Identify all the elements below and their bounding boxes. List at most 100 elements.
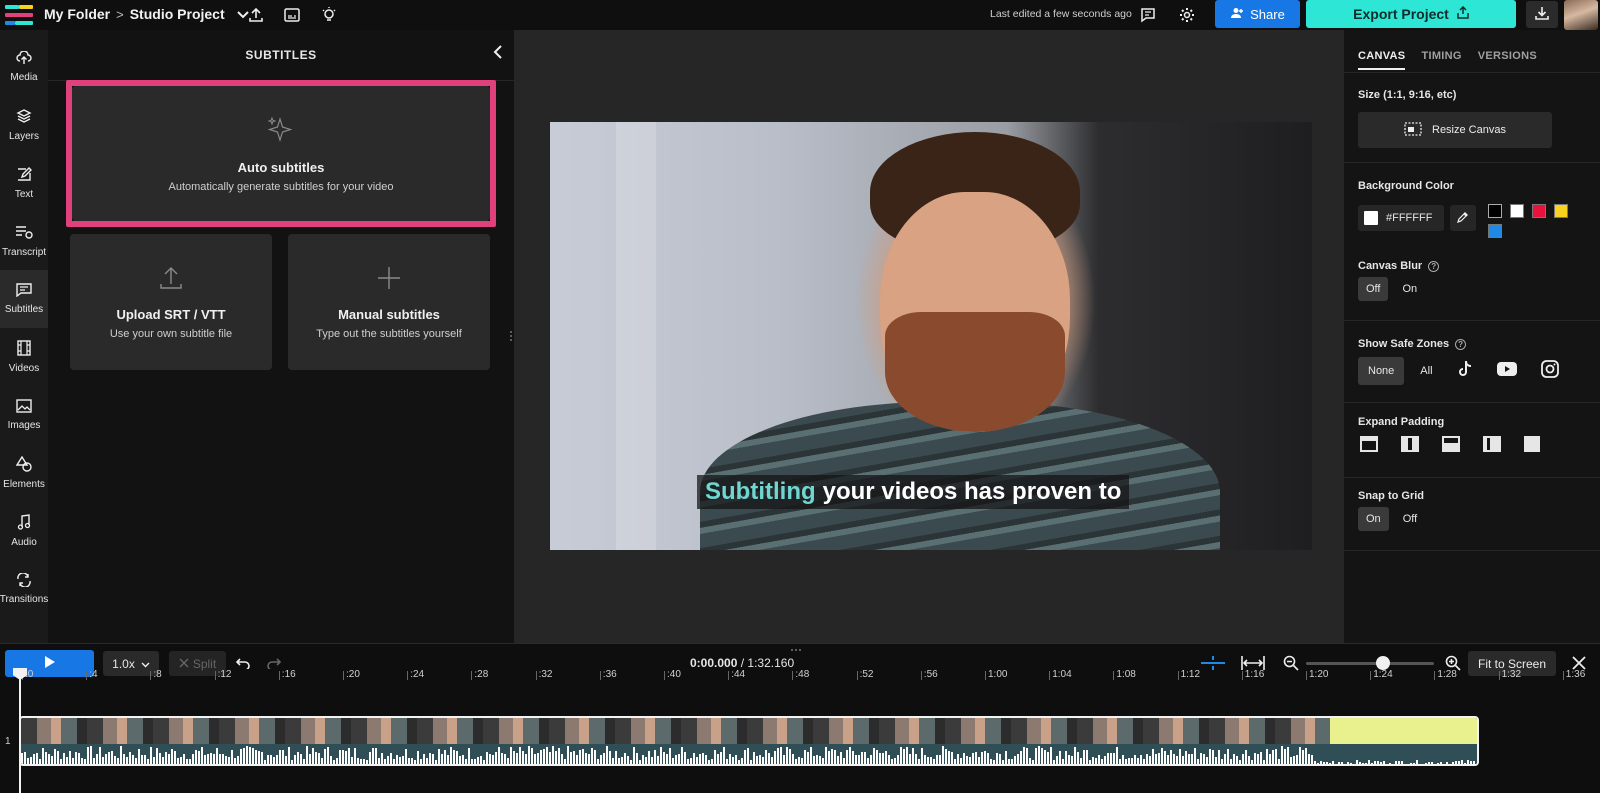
instagram-icon[interactable] <box>1533 354 1567 387</box>
upload-srt-vtt-card[interactable]: Upload SRT / VTT Use your own subtitle f… <box>70 234 272 370</box>
swatch-black[interactable] <box>1488 204 1502 218</box>
timecode: 0:00.000 / 1:32.160 <box>690 656 795 670</box>
swatch-white[interactable] <box>1510 204 1524 218</box>
swatch-yellow[interactable] <box>1554 204 1568 218</box>
upload-cloud-icon <box>16 50 32 68</box>
ruler-tick: 1:20 <box>1305 669 1329 680</box>
nav-elements[interactable]: Elements <box>0 444 48 502</box>
transcript-icon <box>15 224 33 243</box>
nav-layers[interactable]: Layers <box>0 96 48 154</box>
comment-icon[interactable] <box>1137 4 1159 26</box>
subtitle-caption[interactable]: Subtitling your videos has proven to <box>697 475 1130 509</box>
color-hex-value: #FFFFFF <box>1386 212 1433 224</box>
subtitle-text: your videos has proven to <box>822 478 1122 505</box>
download-button[interactable] <box>1526 1 1558 28</box>
nav-label: Videos <box>8 363 40 374</box>
tab-versions[interactable]: VERSIONS <box>1478 50 1537 70</box>
music-note-icon <box>17 514 31 533</box>
panel-resize-handle[interactable] <box>509 330 513 342</box>
blur-on-option[interactable]: On <box>1394 277 1425 301</box>
tiktok-icon[interactable] <box>1449 354 1481 387</box>
safe-zones-selector: None All <box>1358 354 1567 387</box>
download-icon <box>1535 6 1549 23</box>
ruler-tick: 1:28 <box>1434 669 1457 680</box>
nav-label: Audio <box>11 537 37 548</box>
app-logo-icon[interactable] <box>5 5 33 25</box>
tab-canvas[interactable]: CANVAS <box>1358 50 1406 70</box>
breadcrumb: My Folder > Studio Project <box>44 6 249 22</box>
clip-thumbnails <box>21 718 1330 744</box>
share-label: Share <box>1250 6 1285 22</box>
zoom-slider-handle[interactable] <box>1375 656 1390 670</box>
resize-canvas-button[interactable]: Resize Canvas <box>1358 112 1552 148</box>
nav-label: Images <box>7 420 41 431</box>
padding-bottom-icon[interactable] <box>1442 436 1460 454</box>
layers-icon <box>16 108 32 127</box>
snap-off-option[interactable]: Off <box>1395 507 1425 531</box>
chevron-left-icon <box>493 44 503 62</box>
auto-subtitles-highlight <box>66 80 496 227</box>
ruler-tick: :24 <box>407 669 425 680</box>
nav-transcript[interactable]: Transcript <box>0 212 48 270</box>
size-label: Size (1:1, 9:16, etc) <box>1358 89 1457 101</box>
playhead[interactable] <box>19 670 21 793</box>
manual-subtitles-card[interactable]: Manual subtitles Type out the subtitles … <box>288 234 490 370</box>
youtube-icon[interactable] <box>1489 356 1525 385</box>
share-button[interactable]: Share <box>1215 0 1300 28</box>
safe-zone-none[interactable]: None <box>1358 356 1405 385</box>
help-icon[interactable]: ? <box>1428 260 1440 272</box>
lightbulb-icon[interactable] <box>318 4 340 26</box>
captions-icon[interactable] <box>281 4 303 26</box>
ruler-tick: 1:24 <box>1370 669 1393 680</box>
nav-images[interactable]: Images <box>0 386 48 444</box>
nav-media[interactable]: Media <box>0 38 48 96</box>
export-icon <box>1457 5 1469 22</box>
nav-label: Text <box>14 189 34 200</box>
nav-label: Elements <box>3 479 45 490</box>
ruler-tick: 1:00 <box>984 669 1008 680</box>
color-preview <box>1364 211 1378 225</box>
padding-full-icon[interactable] <box>1524 436 1542 454</box>
upload-icon[interactable] <box>245 4 267 26</box>
eyedropper-button[interactable] <box>1450 205 1476 231</box>
clip-thumbnail-tail <box>1330 718 1477 744</box>
swatch-red[interactable] <box>1532 204 1546 218</box>
tab-timing[interactable]: TIMING <box>1421 50 1461 70</box>
breadcrumb-folder[interactable]: My Folder <box>44 6 110 22</box>
user-avatar[interactable] <box>1564 0 1598 30</box>
collapse-panel-button[interactable] <box>488 42 508 64</box>
timeline-resize-handle[interactable] <box>790 641 802 655</box>
zoom-slider-track[interactable] <box>1306 662 1434 665</box>
video-clip-track[interactable] <box>19 716 1479 766</box>
safe-zone-all[interactable]: All <box>1412 359 1440 383</box>
nav-videos[interactable]: Videos <box>0 328 48 386</box>
ruler-tick: :16 <box>278 669 296 680</box>
nav-transitions[interactable]: Transitions <box>0 560 48 618</box>
expand-padding-label: Expand Padding <box>1358 416 1445 428</box>
nav-audio[interactable]: Audio <box>0 502 48 560</box>
padding-sides-icon[interactable] <box>1401 436 1419 454</box>
export-project-button[interactable]: Export Project <box>1306 0 1516 28</box>
ruler-tick: 1:16 <box>1241 669 1265 680</box>
ruler-tick: :52 <box>856 669 874 680</box>
nav-text[interactable]: Text <box>0 154 48 212</box>
gear-icon[interactable] <box>1176 4 1198 26</box>
ruler-tick: :20 <box>343 669 360 680</box>
swatch-blue[interactable] <box>1488 224 1502 238</box>
help-icon[interactable]: ? <box>1455 338 1467 350</box>
project-name[interactable]: Studio Project <box>130 6 225 22</box>
card-subtitle: Type out the subtitles yourself <box>316 328 462 340</box>
padding-top-icon[interactable] <box>1360 436 1378 454</box>
nav-subtitles[interactable]: Subtitles <box>0 270 48 328</box>
snap-to-grid-toggle: On Off <box>1358 507 1425 531</box>
blur-off-option[interactable]: Off <box>1358 277 1389 301</box>
background-color-input[interactable]: #FFFFFF <box>1358 205 1444 231</box>
subtitles-icon <box>16 283 32 300</box>
snap-on-option[interactable]: On <box>1358 507 1389 531</box>
timeline-ruler[interactable]: :0:4:8:12:16:20:24:28:32:36:40:44:48:52:… <box>0 669 1600 687</box>
background-color-label: Background Color <box>1358 180 1454 192</box>
ruler-tick: 1:32 <box>1498 669 1522 680</box>
last-edited-status: Last edited a few seconds ago <box>990 8 1132 20</box>
padding-left-icon[interactable] <box>1483 436 1501 454</box>
breadcrumb-separator: > <box>116 6 124 22</box>
